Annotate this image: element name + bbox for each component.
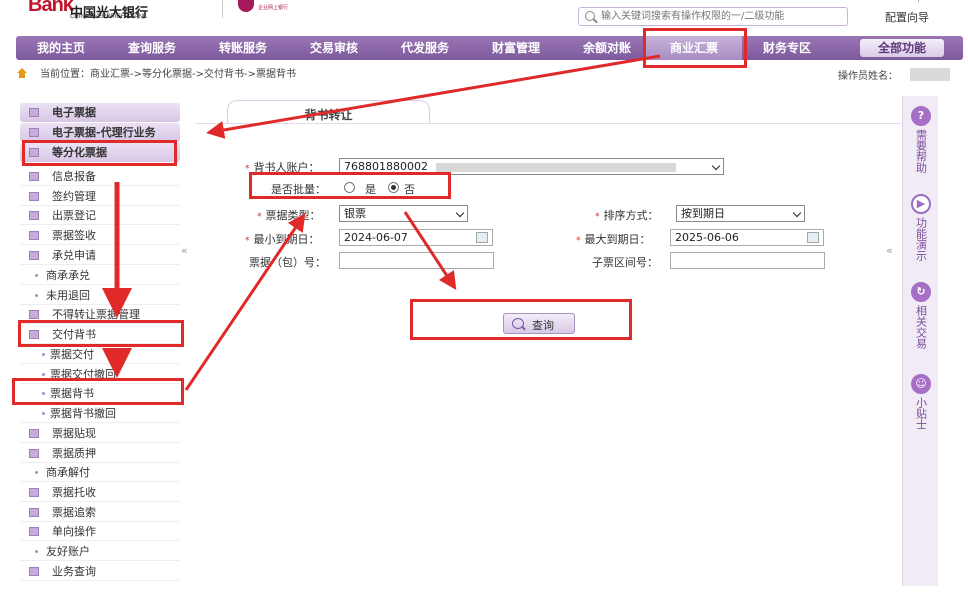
arrow-batch-to-query	[403, 211, 457, 291]
annotation-arrows	[102, 54, 661, 391]
page: Bank 中国光大银行 CHINA EVERBRIGHT BANK 企业网上银行…	[0, 0, 968, 600]
arrow-endorse-to-form	[184, 213, 306, 391]
arrow-nav-to-sidebar	[206, 54, 661, 139]
